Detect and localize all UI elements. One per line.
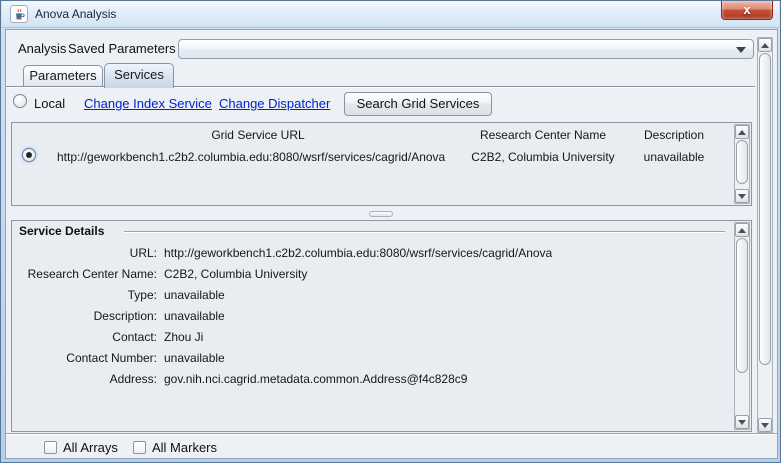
scroll-down-icon bbox=[738, 420, 746, 425]
detail-label: Description: bbox=[12, 309, 157, 323]
scrollbar-thumb[interactable] bbox=[736, 238, 748, 373]
service-row-radio[interactable] bbox=[22, 148, 36, 162]
detail-row-address: Address: gov.nih.nci.cagrid.metadata.com… bbox=[12, 372, 727, 390]
close-icon: x bbox=[743, 2, 750, 17]
window-title: Anova Analysis bbox=[35, 7, 116, 21]
detail-label: Contact Number: bbox=[12, 351, 157, 365]
search-grid-services-button[interactable]: Search Grid Services bbox=[344, 92, 492, 116]
scroll-up-button[interactable] bbox=[735, 125, 749, 139]
detail-value: unavailable bbox=[164, 288, 225, 302]
scrollbar-thumb[interactable] bbox=[736, 140, 748, 184]
research-center-cell: C2B2, Columbia University bbox=[462, 150, 624, 164]
detail-label: Type: bbox=[12, 288, 157, 302]
detail-value: unavailable bbox=[164, 309, 225, 323]
description-cell: unavailable bbox=[624, 150, 724, 164]
change-dispatcher-link[interactable]: Change Dispatcher bbox=[219, 96, 330, 111]
details-scrollbar[interactable] bbox=[734, 222, 750, 430]
close-button[interactable]: x bbox=[721, 1, 773, 20]
tab-parameters[interactable]: Parameters bbox=[23, 65, 103, 86]
detail-label: Research Center Name: bbox=[12, 267, 157, 281]
scroll-down-icon bbox=[761, 423, 769, 428]
detail-value: C2B2, Columbia University bbox=[164, 267, 307, 281]
detail-row-contact: Contact: Zhou Ji bbox=[12, 330, 727, 348]
anova-analysis-window: Anova Analysis x Analysis Saved Paramete… bbox=[0, 0, 781, 463]
service-details-panel: Service Details URL: http://geworkbench1… bbox=[11, 220, 752, 432]
split-divider-handle[interactable] bbox=[369, 211, 393, 217]
scroll-up-button[interactable] bbox=[758, 38, 772, 52]
analysis-panel: Analysis Saved Parameters Parameters Ser… bbox=[5, 29, 778, 459]
detail-row-type: Type: unavailable bbox=[12, 288, 727, 306]
all-arrays-checkbox[interactable] bbox=[44, 441, 57, 454]
local-radio[interactable] bbox=[13, 94, 27, 108]
titled-border-line bbox=[124, 231, 725, 233]
column-header-description: Description bbox=[624, 128, 724, 142]
detail-label: Contact: bbox=[12, 330, 157, 344]
saved-parameters-label: Saved Parameters bbox=[68, 41, 176, 56]
java-app-icon bbox=[10, 5, 28, 23]
service-url-cell: http://geworkbench1.c2b2.columbia.edu:80… bbox=[57, 150, 445, 164]
footer-bar: All Arrays All Markers bbox=[6, 433, 777, 458]
detail-row-description: Description: unavailable bbox=[12, 309, 727, 327]
scroll-up-button[interactable] bbox=[735, 223, 749, 237]
detail-value: gov.nih.nci.cagrid.metadata.common.Addre… bbox=[164, 372, 467, 386]
detail-value: Zhou Ji bbox=[164, 330, 203, 344]
scroll-up-icon bbox=[761, 43, 769, 48]
all-markers-checkbox[interactable] bbox=[133, 441, 146, 454]
column-header-grid-service-url: Grid Service URL bbox=[54, 128, 462, 142]
scroll-up-icon bbox=[738, 130, 746, 135]
detail-row-url: URL: http://geworkbench1.c2b2.columbia.e… bbox=[12, 246, 727, 264]
local-radio-label: Local bbox=[34, 96, 65, 111]
title-bar[interactable]: Anova Analysis x bbox=[2, 1, 779, 28]
analysis-menu[interactable]: Analysis bbox=[18, 41, 66, 56]
chevron-down-icon bbox=[736, 47, 746, 53]
all-markers-label: All Markers bbox=[152, 440, 217, 455]
tab-services[interactable]: Services bbox=[104, 63, 174, 88]
detail-row-research-center-name: Research Center Name: C2B2, Columbia Uni… bbox=[12, 267, 727, 285]
column-header-research-center-name: Research Center Name bbox=[462, 128, 624, 142]
detail-label: URL: bbox=[12, 246, 157, 260]
scroll-down-icon bbox=[738, 194, 746, 199]
service-details-title: Service Details bbox=[19, 224, 104, 238]
detail-value: unavailable bbox=[164, 351, 225, 365]
detail-row-contact-number: Contact Number: unavailable bbox=[12, 351, 727, 369]
saved-parameters-combo[interactable] bbox=[178, 39, 754, 59]
scroll-up-icon bbox=[738, 228, 746, 233]
detail-value: http://geworkbench1.c2b2.columbia.edu:80… bbox=[164, 246, 552, 260]
scroll-down-button[interactable] bbox=[758, 418, 772, 432]
scroll-down-button[interactable] bbox=[735, 415, 749, 429]
all-arrays-label: All Arrays bbox=[63, 440, 118, 455]
grid-services-table: Grid Service URL Research Center Name De… bbox=[11, 122, 752, 206]
panel-scrollbar[interactable] bbox=[757, 37, 773, 433]
table-scrollbar[interactable] bbox=[734, 124, 750, 204]
scrollbar-thumb[interactable] bbox=[759, 53, 771, 365]
detail-label: Address: bbox=[12, 372, 157, 386]
scroll-down-button[interactable] bbox=[735, 189, 749, 203]
change-index-service-link[interactable]: Change Index Service bbox=[84, 96, 212, 111]
